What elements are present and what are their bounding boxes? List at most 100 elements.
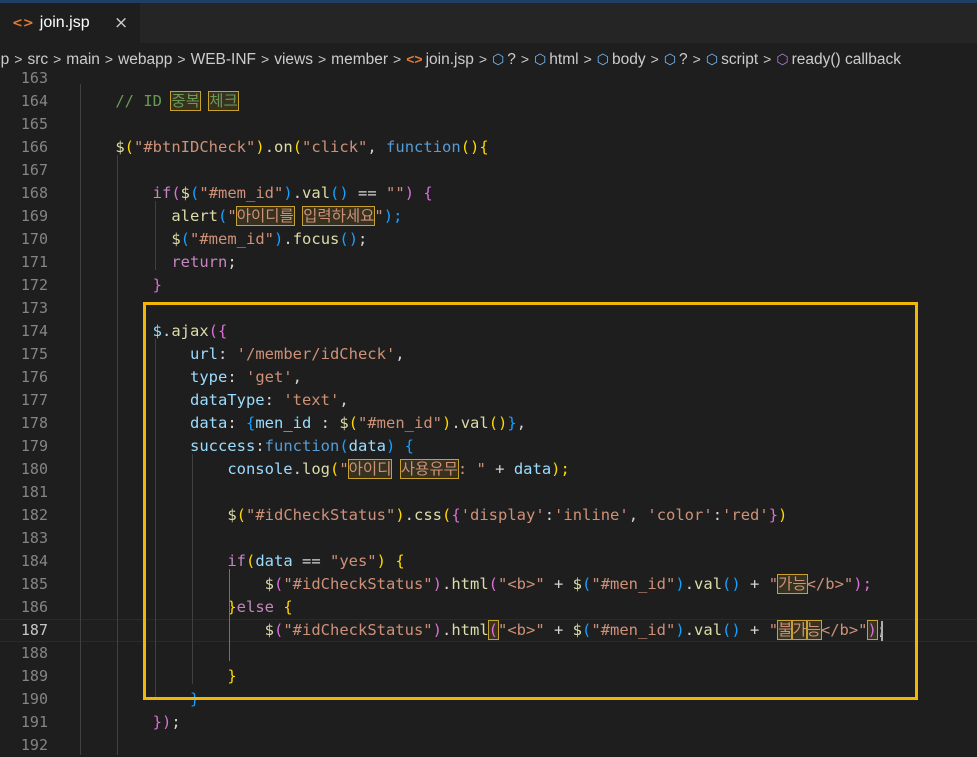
code-token: log bbox=[301, 460, 330, 478]
code-line[interactable]: 188 bbox=[0, 642, 977, 665]
code-token: ( bbox=[348, 414, 359, 432]
breadcrumb-item[interactable]: ⬡ ready() callback bbox=[776, 51, 901, 68]
code-token: </b>" bbox=[806, 575, 854, 593]
code-line[interactable]: 178 data: {men_id : $("#men_id").val()}, bbox=[0, 412, 977, 435]
symbol-element-icon: ⬡ bbox=[663, 51, 677, 67]
chevron-right-icon: > bbox=[692, 51, 701, 67]
breadcrumb-item[interactable]: ⬡ script bbox=[706, 51, 758, 68]
code-line[interactable]: 182 $("#idCheckStatus").css({'display':'… bbox=[0, 504, 977, 527]
code-text: if($("#mem_id").val() == "") { bbox=[78, 182, 433, 205]
code-token: "#men_id" bbox=[591, 621, 676, 639]
breadcrumb-item[interactable]: member bbox=[331, 51, 388, 68]
code-token: ( bbox=[488, 575, 498, 593]
jsp-file-icon: <> bbox=[12, 15, 34, 31]
breadcrumb-item[interactable]: webapp bbox=[118, 51, 172, 68]
code-text: alert("아이디를 입력하세요"); bbox=[78, 205, 402, 228]
code-text: } bbox=[78, 274, 162, 297]
line-number: 175 bbox=[20, 345, 48, 363]
code-line[interactable]: 171 return; bbox=[0, 251, 977, 274]
code-token: val bbox=[694, 575, 723, 593]
code-token: 'color' bbox=[647, 506, 713, 524]
jsp-file-icon: <> bbox=[406, 51, 423, 67]
breadcrumb-item[interactable]: ⬡? bbox=[492, 51, 516, 68]
code-token: ( bbox=[292, 138, 303, 156]
code-line[interactable]: 187 $("#idCheckStatus").html("<b>" + $("… bbox=[0, 619, 977, 642]
code-editor[interactable]: 192 191 }); 190 } 189 } 188 187 $("#idCheckSt… bbox=[0, 69, 977, 757]
breadcrumb-label: body bbox=[612, 51, 646, 68]
code-line[interactable]: 176 type: 'get', bbox=[0, 366, 977, 389]
breadcrumb-item[interactable]: main bbox=[66, 51, 100, 68]
line-number: 174 bbox=[20, 322, 48, 340]
breadcrumb-item[interactable]: <> join.jsp bbox=[406, 51, 474, 68]
code-token: "click" bbox=[302, 138, 368, 156]
indent-guide bbox=[155, 201, 156, 270]
code-token: 가 bbox=[791, 620, 808, 640]
code-text: return; bbox=[78, 251, 236, 274]
breadcrumb-item[interactable]: ⬡? bbox=[664, 51, 688, 68]
tab-join-jsp[interactable]: <> join.jsp × bbox=[0, 3, 140, 43]
code-line[interactable]: 164 // ID 중복 체크 bbox=[0, 90, 977, 113]
code-line[interactable]: 172 } bbox=[0, 274, 977, 297]
code-token: if bbox=[152, 184, 172, 202]
code-token: ); bbox=[853, 575, 872, 593]
code-token: , bbox=[395, 345, 405, 363]
code-token: . bbox=[292, 184, 303, 202]
code-line[interactable]: 183 bbox=[0, 527, 977, 550]
breadcrumb-item[interactable]: src bbox=[27, 51, 48, 68]
line-number: 191 bbox=[20, 713, 48, 731]
line-number: 187 bbox=[20, 621, 48, 639]
breadcrumb-item[interactable]: ⬡ html bbox=[534, 51, 579, 68]
code-line[interactable]: 175 url: '/member/idCheck', bbox=[0, 343, 977, 366]
breadcrumb-item[interactable]: ⬡ body bbox=[597, 51, 646, 68]
code-token: type bbox=[189, 368, 228, 386]
line-number: 185 bbox=[20, 575, 48, 593]
code-token: "#men_id" bbox=[358, 414, 443, 432]
code-line[interactable]: 186 }else { bbox=[0, 596, 977, 619]
code-line[interactable]: 190 } bbox=[0, 688, 977, 711]
code-line[interactable]: 167 bbox=[0, 159, 977, 182]
code-line[interactable]: 165 bbox=[0, 113, 977, 136]
code-line[interactable]: 192 bbox=[0, 734, 977, 757]
code-line[interactable]: 170 $("#mem_id").focus(); bbox=[0, 228, 977, 251]
code-line[interactable]: 191 }); bbox=[0, 711, 977, 734]
code-line[interactable]: 189 } bbox=[0, 665, 977, 688]
code-token: ( bbox=[236, 506, 246, 524]
code-token: ( bbox=[124, 138, 135, 156]
code-text: if(data == "yes") { bbox=[78, 550, 404, 573]
code-line[interactable]: 168 if($("#mem_id").val() == "") { bbox=[0, 182, 977, 205]
breadcrumb-label: ? bbox=[679, 51, 688, 68]
code-token: , bbox=[367, 138, 387, 156]
code-token: ); bbox=[551, 460, 570, 478]
line-number: 181 bbox=[20, 483, 48, 501]
code-text: data: {men_id : $("#men_id").val()}, bbox=[78, 412, 526, 435]
code-line[interactable]: 179 success:function(data) { bbox=[0, 435, 977, 458]
code-token: val bbox=[302, 184, 331, 202]
code-line[interactable]: 184 if(data == "yes") { bbox=[0, 550, 977, 573]
code-line[interactable]: 185 $("#idCheckStatus").html("<b>" + $("… bbox=[0, 573, 977, 596]
breadcrumb-item[interactable]: views bbox=[274, 51, 313, 68]
code-token: $ bbox=[152, 322, 162, 340]
breadcrumb-label: join.jsp bbox=[425, 51, 474, 68]
code-line[interactable]: 163 bbox=[0, 67, 977, 90]
code-line[interactable]: 180 console.log("아이디 사용유무: " + data); bbox=[0, 458, 977, 481]
code-token: ( bbox=[218, 207, 228, 225]
breadcrumb-item[interactable]: op bbox=[0, 51, 9, 68]
code-line[interactable]: 181 bbox=[0, 481, 977, 504]
code-token: . bbox=[684, 575, 695, 593]
code-line[interactable]: 177 dataType: 'text', bbox=[0, 389, 977, 412]
close-icon[interactable]: × bbox=[114, 13, 128, 33]
code-line[interactable]: 169 alert("아이디를 입력하세요"); bbox=[0, 205, 977, 228]
breadcrumb-item[interactable]: WEB-INF bbox=[191, 51, 256, 68]
line-number: 170 bbox=[20, 230, 48, 248]
code-token: ( bbox=[329, 460, 340, 478]
indent-guide bbox=[80, 84, 81, 755]
code-line[interactable]: 174 $.ajax({ bbox=[0, 320, 977, 343]
code-line[interactable]: 166 $("#btnIDCheck").on("click", functio… bbox=[0, 136, 977, 159]
code-token: console bbox=[227, 460, 293, 478]
code-line[interactable]: 173 bbox=[0, 297, 977, 320]
code-token: " bbox=[374, 207, 384, 225]
